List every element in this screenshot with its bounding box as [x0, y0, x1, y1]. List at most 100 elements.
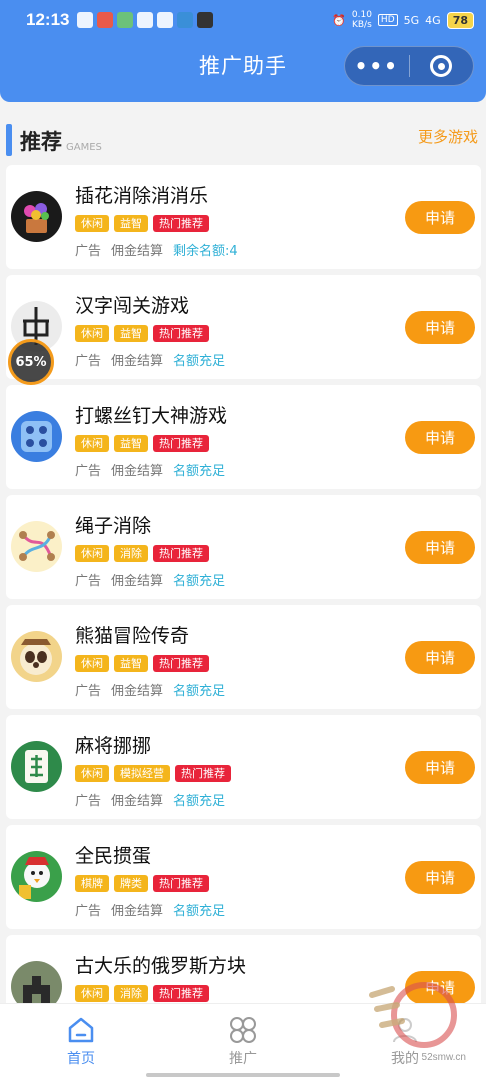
tab-label: 首页: [67, 1051, 95, 1067]
apply-button[interactable]: 申请: [405, 861, 475, 894]
game-meta: 广告 佣金结算 名额充足: [75, 900, 225, 919]
quota-status: 名额充足: [173, 574, 226, 589]
tag: 休闲: [75, 325, 109, 342]
card-game-icon: [11, 851, 62, 902]
quota-status: 名额充足: [173, 354, 226, 369]
tag-list: 休闲 消除 热门推荐: [75, 545, 209, 562]
tag-list: 休闲 益智 热门推荐: [75, 655, 209, 672]
game-card[interactable]: 麻将挪挪 休闲 模拟经营 热门推荐 广告 佣金结算 名额充足 申请: [6, 715, 481, 819]
flower-pot-game-icon: [11, 191, 62, 242]
meta-commission: 佣金结算: [111, 684, 164, 699]
tag: 棋牌: [75, 875, 109, 892]
game-title: 插花消除消消乐: [75, 185, 209, 207]
tab-home[interactable]: 首页: [0, 1004, 162, 1080]
game-title: 全民掼蛋: [75, 845, 152, 867]
game-meta: 广告 佣金结算 名额充足: [75, 680, 225, 699]
game-card[interactable]: 熊猫冒险传奇 休闲 益智 热门推荐 广告 佣金结算 名额充足 申请: [6, 605, 481, 709]
tag: 益智: [114, 655, 148, 672]
meta-commission: 佣金结算: [111, 244, 164, 259]
meta-commission: 佣金结算: [111, 794, 164, 809]
signal-4g: 4G: [425, 13, 441, 27]
apply-button[interactable]: 申请: [405, 311, 475, 344]
app-notification-icon: [177, 12, 194, 28]
tag-hot: 热门推荐: [153, 875, 209, 892]
site-watermark: 52smw.cn: [352, 975, 472, 1071]
net-speed: 0.10 KB/s: [351, 10, 372, 30]
game-title: 打螺丝钉大神游戏: [75, 405, 228, 427]
game-meta: 广告 佣金结算 名额充足: [75, 460, 225, 479]
status-right: ⏰ 0.10 KB/s HD 5G 4G 78: [332, 10, 474, 30]
game-list: 插花消除消消乐 休闲 益智 热门推荐 广告 佣金结算 剩余名额:4 申请 65%…: [6, 165, 481, 1021]
tag: 休闲: [75, 985, 109, 1002]
game-title: 绳子消除: [75, 515, 152, 537]
home-indicator: [146, 1073, 340, 1077]
tab-promote[interactable]: 推广: [162, 1004, 324, 1080]
apply-button[interactable]: 申请: [405, 531, 475, 564]
close-icon: [430, 55, 453, 77]
weibo-icon: [157, 12, 174, 28]
section-header: 推荐 GAMES 更多游戏: [0, 116, 486, 156]
tag-hot: 热门推荐: [153, 325, 209, 342]
rope-game-icon: [11, 521, 62, 572]
tag-hot: 热门推荐: [153, 435, 209, 452]
play-icon: [197, 12, 214, 28]
tag-list: 休闲 消除 热门推荐: [75, 985, 209, 1002]
tag-hot: 热门推荐: [153, 985, 209, 1002]
quota-status: 名额充足: [173, 904, 226, 919]
game-card[interactable]: 打螺丝钉大神游戏 休闲 益智 热门推荐 广告 佣金结算 名额充足 申请: [6, 385, 481, 489]
section-subtitle: GAMES: [66, 142, 102, 153]
game-card[interactable]: 插花消除消消乐 休闲 益智 热门推荐 广告 佣金结算 剩余名额:4 申请: [6, 165, 481, 269]
tag: 休闲: [75, 435, 109, 452]
quota-status: 剩余名额:4: [173, 244, 238, 259]
top-bar: 12:13 ⏰ 0.10 KB/s HD 5G 4G 78 推广助手 •••: [0, 0, 486, 102]
tag: 消除: [114, 985, 148, 1002]
more-menu-button[interactable]: •••: [345, 56, 409, 76]
tag: 牌类: [114, 875, 148, 892]
grid-icon: [230, 1017, 256, 1043]
tag-list: 棋牌 牌类 热门推荐: [75, 875, 209, 892]
hd-icon: HD: [377, 14, 398, 26]
tag: 休闲: [75, 765, 109, 782]
alarm-icon: ⏰: [332, 13, 346, 27]
status-bar: 12:13 ⏰ 0.10 KB/s HD 5G 4G 78: [0, 0, 486, 40]
apply-button[interactable]: 申请: [405, 201, 475, 234]
more-games-link[interactable]: 更多游戏: [418, 126, 478, 147]
game-card[interactable]: 全民掼蛋 棋牌 牌类 热门推荐 广告 佣金结算 名额充足 申请: [6, 825, 481, 929]
game-title: 熊猫冒险传奇: [75, 625, 190, 647]
meta-ad: 广告: [75, 684, 102, 699]
quota-status: 名额充足: [173, 684, 226, 699]
game-title: 麻将挪挪: [75, 735, 152, 757]
section-accent-bar: [6, 124, 12, 156]
section-title: 推荐: [20, 130, 62, 154]
tag: 休闲: [75, 545, 109, 562]
screw-game-icon: [11, 411, 62, 462]
tag: 益智: [114, 435, 148, 452]
meta-ad: 广告: [75, 794, 102, 809]
tag-hot: 热门推荐: [153, 545, 209, 562]
apply-button[interactable]: 申请: [405, 751, 475, 784]
game-title: 汉字闯关游戏: [75, 295, 190, 317]
tag: 休闲: [75, 655, 109, 672]
tag: 休闲: [75, 215, 109, 232]
meta-commission: 佣金结算: [111, 904, 164, 919]
tag: 模拟经营: [114, 765, 170, 782]
watermark-text: 52smw.cn: [421, 1052, 466, 1063]
status-time: 12:13: [26, 10, 70, 29]
battery-indicator: 78: [446, 11, 474, 29]
close-button[interactable]: [410, 55, 474, 77]
tag: 消除: [114, 545, 148, 562]
mini-program-capsule: •••: [344, 46, 474, 86]
signal-5g: 5G: [403, 13, 420, 27]
game-meta: 广告 佣金结算 名额充足: [75, 570, 225, 589]
watermark-logo-icon: [369, 982, 457, 1048]
apply-button[interactable]: 申请: [405, 641, 475, 674]
meta-ad: 广告: [75, 574, 102, 589]
game-card[interactable]: 绳子消除 休闲 消除 热门推荐 广告 佣金结算 名额充足 申请: [6, 495, 481, 599]
game-card[interactable]: 65% 汉字闯关游戏 休闲 益智 热门推荐 广告 佣金结算 名额充足 申请: [6, 275, 481, 385]
meta-ad: 广告: [75, 904, 102, 919]
quota-status: 名额充足: [173, 464, 226, 479]
mahjong-game-icon: [11, 741, 62, 792]
apply-button[interactable]: 申请: [405, 421, 475, 454]
meta-ad: 广告: [75, 244, 102, 259]
tag-hot: 热门推荐: [153, 215, 209, 232]
